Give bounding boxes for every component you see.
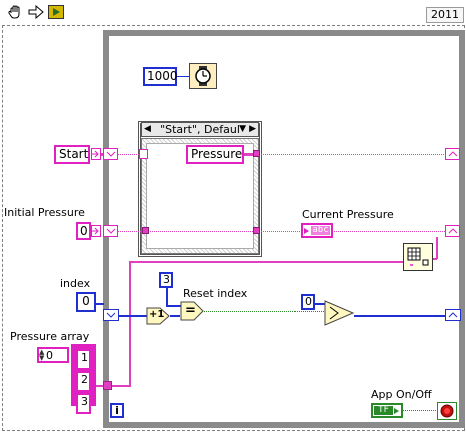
case-next-icon[interactable]: ▶ [249, 123, 256, 136]
pressure-array-label: Pressure array [10, 330, 90, 343]
case-selector-terminal [139, 149, 148, 159]
start-case-wire [118, 154, 140, 155]
version-tab: 2011 [426, 7, 464, 23]
equal-node[interactable]: = [180, 301, 204, 321]
index-label: index [60, 277, 91, 290]
index-wire [96, 303, 104, 305]
wait-ms-constant[interactable]: 1000 [143, 67, 178, 86]
current-pressure-label: Current Pressure [302, 208, 394, 221]
array-index-spinner-icon[interactable]: ▲ ▼ [39, 349, 46, 362]
increment-label: +1 [149, 309, 165, 320]
array-out-wire-vertical [436, 237, 438, 259]
start-control[interactable]: Start [54, 145, 90, 164]
start-terminal-icon [91, 148, 101, 160]
increment-node[interactable]: +1 [146, 307, 170, 325]
stop-wire [403, 410, 437, 411]
select-node[interactable] [324, 300, 354, 326]
initial-pressure-label: Initial Pressure [4, 206, 85, 219]
highlight-tool-icon[interactable] [47, 4, 65, 20]
indicator-arrow-icon [304, 227, 310, 234]
pressure-shift-register-right[interactable] [445, 148, 460, 160]
bool-type-label: TF [374, 406, 393, 415]
pressure-passthrough-wire [150, 231, 254, 232]
zero-constant[interactable]: 0 [301, 294, 315, 310]
index-loop-wire [119, 315, 147, 317]
select-out-wire [354, 315, 446, 317]
pressure-in-case-tunnel [142, 227, 149, 234]
pressure-in-wire [118, 231, 144, 232]
boolean-wire-bend [295, 311, 325, 312]
array-wire-horizontal [129, 261, 403, 263]
iteration-terminal[interactable]: i [110, 403, 124, 418]
initial-pressure-control[interactable]: 0 [76, 222, 91, 240]
pressure-string-constant[interactable]: Pressure [186, 145, 244, 164]
array-element-0[interactable]: 1 [76, 349, 91, 370]
current-pressure-indicator[interactable]: abc [301, 223, 333, 238]
reset-index-label: Reset index [183, 287, 248, 300]
case-prev-icon[interactable]: ◀ [144, 123, 151, 136]
array-index-value: 0 [46, 348, 53, 362]
bool-arrow-icon [394, 407, 400, 414]
arrow-tool-icon[interactable] [27, 4, 45, 20]
wait-wire [177, 76, 189, 77]
reset-wire [166, 305, 181, 307]
initial-pressure-terminal-icon [91, 225, 101, 237]
pressure-out-wire [261, 154, 445, 155]
wait-function-icon[interactable] [189, 63, 217, 89]
hand-tool-icon[interactable] [6, 4, 24, 20]
app-onoff-label: App On/Off [371, 388, 432, 401]
current-pressure-type-label: abc [311, 225, 330, 235]
pressure-case-tunnel [253, 150, 260, 157]
build-array-node-icon[interactable] [403, 243, 433, 271]
array-tunnel-wire [112, 385, 131, 387]
equal-label: = [185, 303, 196, 318]
start-loop-tunnel[interactable] [103, 148, 118, 160]
pressure-out-case-tunnel [253, 227, 260, 234]
case-dropdown-icon[interactable]: ▼ [239, 123, 246, 136]
array-wire-up [129, 262, 131, 387]
case-selector-label: "Start", Defaul [160, 123, 240, 136]
boolean-wire [204, 311, 296, 312]
array-element-1[interactable]: 2 [76, 371, 91, 392]
array-element-2[interactable]: 3 [76, 393, 91, 414]
pressure-array-control[interactable]: 1 2 3 [71, 344, 96, 414]
pressure-shift-register-left[interactable] [103, 225, 118, 237]
case-selector[interactable]: ◀ "Start", Defaul ▼ ▶ [141, 122, 259, 137]
increment-out-wire [170, 315, 180, 317]
index-shift-register-left[interactable] [103, 309, 119, 321]
stop-condition-terminal[interactable] [437, 402, 457, 420]
reset-wire-vertical [166, 288, 168, 306]
reset-constant[interactable]: 3 [159, 272, 173, 288]
array-loop-tunnel[interactable] [103, 381, 112, 390]
app-onoff-control[interactable]: TF [371, 403, 403, 418]
array-index-display[interactable]: ▲ ▼ 0 [37, 347, 69, 363]
pressure-out-shift-register[interactable] [445, 225, 460, 237]
current-pressure-wire [261, 231, 301, 232]
index-control[interactable]: 0 [76, 292, 96, 312]
index-shift-register-right[interactable] [445, 309, 461, 321]
pressure-loop-out-wire [332, 231, 445, 232]
